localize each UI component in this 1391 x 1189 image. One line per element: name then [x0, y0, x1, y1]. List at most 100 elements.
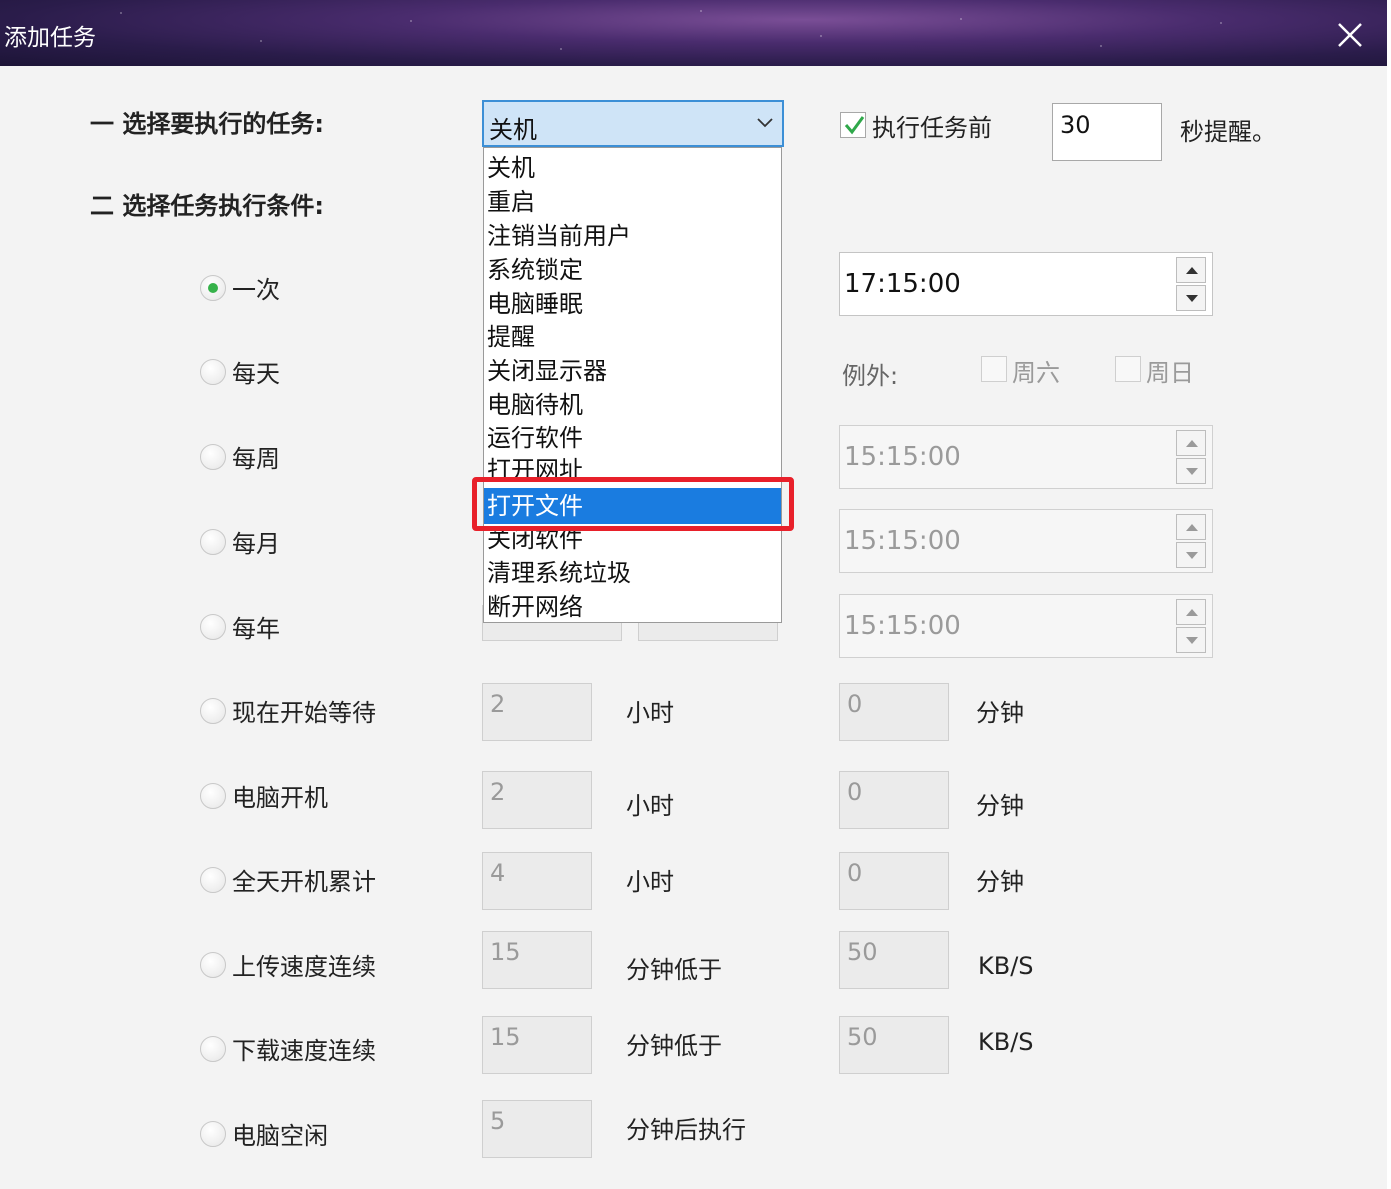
boot-hours-input[interactable]: 2: [482, 771, 592, 829]
radio-download[interactable]: 下载速度连续: [200, 1031, 376, 1066]
radio-label: 一次: [232, 276, 280, 304]
reminder-checkbox[interactable]: [840, 112, 866, 138]
task-option-logoff[interactable]: 注销当前用户: [484, 219, 781, 253]
radio-button[interactable]: [200, 274, 226, 301]
task-option-standby[interactable]: 电脑待机: [484, 388, 781, 422]
reminder-label: 执行任务前: [872, 114, 992, 142]
download-minutes-input[interactable]: 15: [482, 1016, 592, 1074]
upload-speed-input[interactable]: 50: [839, 931, 949, 989]
download-minutes-unit: 分钟低于: [626, 1032, 722, 1060]
radio-button[interactable]: [200, 951, 226, 978]
upload-speed-unit: KB/S: [978, 952, 1034, 980]
weekly-time-spinner[interactable]: 15:15:00: [839, 425, 1213, 489]
task-option-display-off[interactable]: 关闭显示器: [484, 354, 781, 388]
task-select[interactable]: 关机: [482, 100, 784, 147]
download-speed-input[interactable]: 50: [839, 1016, 949, 1074]
radio-label: 下载速度连续: [232, 1037, 376, 1065]
radio-button[interactable]: [200, 358, 226, 385]
radio-label: 上传速度连续: [232, 953, 376, 981]
upload-minutes-input[interactable]: 15: [482, 931, 592, 989]
spin-down-icon[interactable]: [1176, 285, 1206, 311]
uptime-minutes-unit: 分钟: [976, 868, 1024, 896]
radio-button[interactable]: [200, 613, 226, 640]
reminder-seconds-input[interactable]: 30: [1052, 103, 1162, 161]
radio-button[interactable]: [200, 782, 226, 809]
monthly-time-value: 15:15:00: [844, 526, 961, 556]
spin-down-icon[interactable]: [1176, 542, 1206, 568]
radio-label: 每月: [232, 530, 280, 558]
radio-idle[interactable]: 电脑空闲: [200, 1116, 328, 1151]
radio-monthly[interactable]: 每月: [200, 524, 280, 559]
exception-saturday-checkbox[interactable]: [981, 356, 1007, 382]
uptime-hours-unit: 小时: [626, 868, 674, 896]
radio-daily[interactable]: 每天: [200, 354, 280, 389]
task-option-restart[interactable]: 重启: [484, 185, 781, 219]
wait-minutes-unit: 分钟: [976, 699, 1024, 727]
uptime-hours-input[interactable]: 4: [482, 852, 592, 910]
spin-up-icon[interactable]: [1176, 514, 1206, 540]
open-file-highlight: [472, 477, 794, 531]
task-option-shutdown[interactable]: 关机: [484, 151, 781, 185]
spin-down-icon[interactable]: [1176, 627, 1206, 653]
radio-button[interactable]: [200, 1120, 226, 1147]
window-title: 添加任务: [4, 25, 96, 51]
idle-minutes-unit: 分钟后执行: [626, 1116, 746, 1144]
uptime-minutes-input[interactable]: 0: [839, 852, 949, 910]
section-task-label: 一 选择要执行的任务:: [90, 110, 324, 138]
radio-button[interactable]: [200, 1035, 226, 1062]
radio-label: 全天开机累计: [232, 868, 376, 896]
idle-minutes-input[interactable]: 5: [482, 1100, 592, 1158]
radio-label: 每周: [232, 445, 280, 473]
boot-minutes-input[interactable]: 0: [839, 771, 949, 829]
boot-hours-unit: 小时: [626, 792, 674, 820]
radio-upload[interactable]: 上传速度连续: [200, 947, 376, 982]
radio-button[interactable]: [200, 866, 226, 893]
task-option-run-software[interactable]: 运行软件: [484, 421, 781, 455]
task-dropdown-list: 关机 重启 注销当前用户 系统锁定 电脑睡眠 提醒 关闭显示器 电脑待机 运行软…: [483, 147, 782, 623]
checkmark-icon: [844, 116, 865, 135]
spin-down-icon[interactable]: [1176, 458, 1206, 484]
reminder-suffix: 秒提醒。: [1180, 118, 1276, 146]
radio-wait-now[interactable]: 现在开始等待: [200, 693, 376, 728]
download-speed-unit: KB/S: [978, 1028, 1034, 1056]
yearly-time-value: 15:15:00: [844, 611, 961, 641]
radio-button[interactable]: [200, 443, 226, 470]
weekly-time-value: 15:15:00: [844, 442, 961, 472]
radio-uptime[interactable]: 全天开机累计: [200, 862, 376, 897]
yearly-time-spinner[interactable]: 15:15:00: [839, 594, 1213, 658]
radio-label: 现在开始等待: [232, 699, 376, 727]
spin-up-icon[interactable]: [1176, 257, 1206, 283]
add-task-dialog: 添加任务 一 选择要执行的任务: 二 选择任务执行条件: 执行任务前 30 秒提…: [0, 0, 1387, 1189]
once-time-spinner[interactable]: 17:15:00: [839, 252, 1213, 316]
exception-saturday-label: 周六: [1012, 359, 1060, 387]
task-option-disconnect[interactable]: 断开网络: [484, 590, 781, 622]
radio-label: 电脑开机: [232, 784, 328, 812]
task-option-clean-junk[interactable]: 清理系统垃圾: [484, 556, 781, 590]
radio-yearly[interactable]: 每年: [200, 609, 280, 644]
radio-boot[interactable]: 电脑开机: [200, 778, 328, 813]
wait-minutes-input[interactable]: 0: [839, 683, 949, 741]
boot-minutes-unit: 分钟: [976, 792, 1024, 820]
monthly-time-spinner[interactable]: 15:15:00: [839, 509, 1213, 573]
exception-sunday-label: 周日: [1146, 359, 1194, 387]
task-option-lock[interactable]: 系统锁定: [484, 253, 781, 287]
spin-up-icon[interactable]: [1176, 430, 1206, 456]
wait-hours-input[interactable]: 2: [482, 683, 592, 741]
close-icon: [1338, 23, 1362, 47]
radio-label: 每年: [232, 615, 280, 643]
task-select-value: 关机: [489, 116, 537, 144]
exception-sunday-checkbox[interactable]: [1115, 356, 1141, 382]
radio-weekly[interactable]: 每周: [200, 439, 280, 474]
exceptions-label: 例外:: [842, 362, 899, 390]
radio-button[interactable]: [200, 528, 226, 555]
spin-up-icon[interactable]: [1176, 599, 1206, 625]
close-button[interactable]: [1330, 15, 1370, 55]
radio-button[interactable]: [200, 697, 226, 724]
chevron-down-icon: [757, 118, 773, 128]
radio-label: 电脑空闲: [232, 1122, 328, 1150]
title-bar: 添加任务: [0, 0, 1387, 66]
task-option-sleep[interactable]: 电脑睡眠: [484, 287, 781, 321]
once-time-value: 17:15:00: [844, 269, 961, 299]
task-option-reminder[interactable]: 提醒: [484, 320, 781, 354]
radio-once[interactable]: 一次: [200, 270, 280, 305]
